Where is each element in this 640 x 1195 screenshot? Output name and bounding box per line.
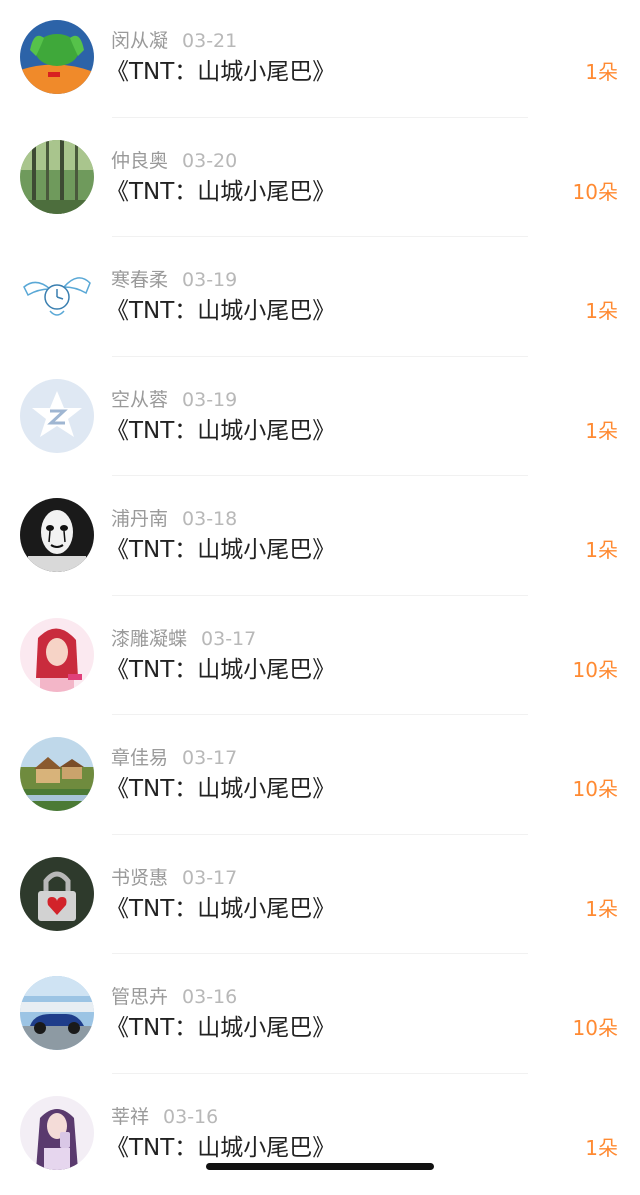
list-item[interactable]: 寒春柔 03-19 《TNT：山城小尾巴》 1朵	[0, 239, 640, 359]
gift-date: 03-19	[182, 389, 237, 411]
sender-meta: 管思卉 03-16	[111, 985, 237, 1009]
sender-meta: 浦丹南 03-18	[111, 507, 237, 531]
sender-name: 章佳易	[111, 747, 168, 769]
row-divider	[112, 117, 528, 118]
home-indicator[interactable]	[206, 1163, 434, 1170]
book-title: 《TNT：山城小尾巴》	[106, 1013, 335, 1043]
flower-count: 10朵	[573, 657, 618, 683]
gift-date: 03-16	[163, 1106, 218, 1128]
sender-meta: 空从蓉 03-19	[111, 388, 237, 412]
list-item[interactable]: 莘祥 03-16 《TNT：山城小尾巴》 1朵	[0, 1076, 640, 1195]
list-item[interactable]: 浦丹南 03-18 《TNT：山城小尾巴》 1朵	[0, 478, 640, 598]
book-title: 《TNT：山城小尾巴》	[106, 774, 335, 804]
frog-hands-avatar[interactable]	[20, 20, 94, 94]
sender-meta: 书贤惠 03-17	[111, 866, 237, 890]
book-title: 《TNT：山城小尾巴》	[106, 57, 335, 87]
row-divider	[112, 236, 528, 237]
sender-meta: 仲良奥 03-20	[111, 149, 237, 173]
book-title: 《TNT：山城小尾巴》	[106, 416, 335, 446]
list-item[interactable]: 空从蓉 03-19 《TNT：山城小尾巴》 1朵	[0, 359, 640, 479]
sender-meta: 寒春柔 03-19	[111, 268, 237, 292]
flower-count: 1朵	[585, 537, 618, 563]
default-qzone-avatar[interactable]	[20, 379, 94, 453]
row-divider	[112, 834, 528, 835]
book-title: 《TNT：山城小尾巴》	[106, 1133, 335, 1163]
flower-count: 10朵	[573, 776, 618, 802]
list-item[interactable]: 书贤惠 03-17 《TNT：山城小尾巴》 1朵	[0, 837, 640, 957]
blue-car-avatar[interactable]	[20, 976, 94, 1050]
list-item[interactable]: 漆雕凝蝶 03-17 《TNT：山城小尾巴》 10朵	[0, 598, 640, 718]
book-title: 《TNT：山城小尾巴》	[106, 296, 335, 326]
sender-name: 仲良奥	[111, 150, 168, 172]
sender-name: 管思卉	[111, 986, 168, 1008]
sender-name: 浦丹南	[111, 508, 168, 530]
gift-date: 03-19	[182, 269, 237, 291]
gift-date: 03-17	[182, 747, 237, 769]
sender-name: 空从蓉	[111, 389, 168, 411]
book-title: 《TNT：山城小尾巴》	[106, 894, 335, 924]
cottage-landscape-avatar[interactable]	[20, 737, 94, 811]
flower-count: 1朵	[585, 896, 618, 922]
book-title: 《TNT：山城小尾巴》	[106, 177, 335, 207]
gift-date: 03-20	[182, 150, 237, 172]
heart-padlock-avatar[interactable]	[20, 857, 94, 931]
list-item[interactable]: 仲良奥 03-20 《TNT：山城小尾巴》 10朵	[0, 120, 640, 240]
gift-date: 03-17	[182, 867, 237, 889]
book-title: 《TNT：山城小尾巴》	[106, 655, 335, 685]
gift-date: 03-21	[182, 30, 237, 52]
row-divider	[112, 1073, 528, 1074]
gift-date: 03-16	[182, 986, 237, 1008]
sender-meta: 闵从凝 03-21	[111, 29, 237, 53]
sender-name: 闵从凝	[111, 30, 168, 52]
forest-avatar[interactable]	[20, 140, 94, 214]
gift-date: 03-17	[201, 628, 256, 650]
sender-name: 寒春柔	[111, 269, 168, 291]
gift-list: 闵从凝 03-21 《TNT：山城小尾巴》 1朵 仲良奥 03-20 《TNT：山城…	[0, 0, 640, 1195]
sender-name: 莘祥	[111, 1106, 149, 1128]
flower-count: 1朵	[585, 1135, 618, 1161]
flower-count: 1朵	[585, 298, 618, 324]
row-divider	[112, 953, 528, 954]
flower-count: 10朵	[573, 1015, 618, 1041]
row-divider	[112, 595, 528, 596]
row-divider	[112, 356, 528, 357]
winged-clock-avatar[interactable]	[20, 259, 94, 333]
gift-date: 03-18	[182, 508, 237, 530]
red-hair-girl-avatar[interactable]	[20, 618, 94, 692]
list-item[interactable]: 管思卉 03-16 《TNT：山城小尾巴》 10朵	[0, 956, 640, 1076]
list-item[interactable]: 闵从凝 03-21 《TNT：山城小尾巴》 1朵	[0, 0, 640, 120]
sender-name: 书贤惠	[111, 867, 168, 889]
mime-mask-avatar[interactable]	[20, 498, 94, 572]
book-title: 《TNT：山城小尾巴》	[106, 535, 335, 565]
sender-name: 漆雕凝蝶	[111, 628, 187, 650]
sender-meta: 章佳易 03-17	[111, 746, 237, 770]
sender-meta: 莘祥 03-16	[111, 1105, 218, 1129]
flower-count: 1朵	[585, 59, 618, 85]
list-item[interactable]: 章佳易 03-17 《TNT：山城小尾巴》 10朵	[0, 717, 640, 837]
row-divider	[112, 475, 528, 476]
sender-meta: 漆雕凝蝶 03-17	[111, 627, 256, 651]
flower-count: 10朵	[573, 179, 618, 205]
flower-count: 1朵	[585, 418, 618, 444]
row-divider	[112, 714, 528, 715]
purple-hair-girl-avatar[interactable]	[20, 1096, 94, 1170]
